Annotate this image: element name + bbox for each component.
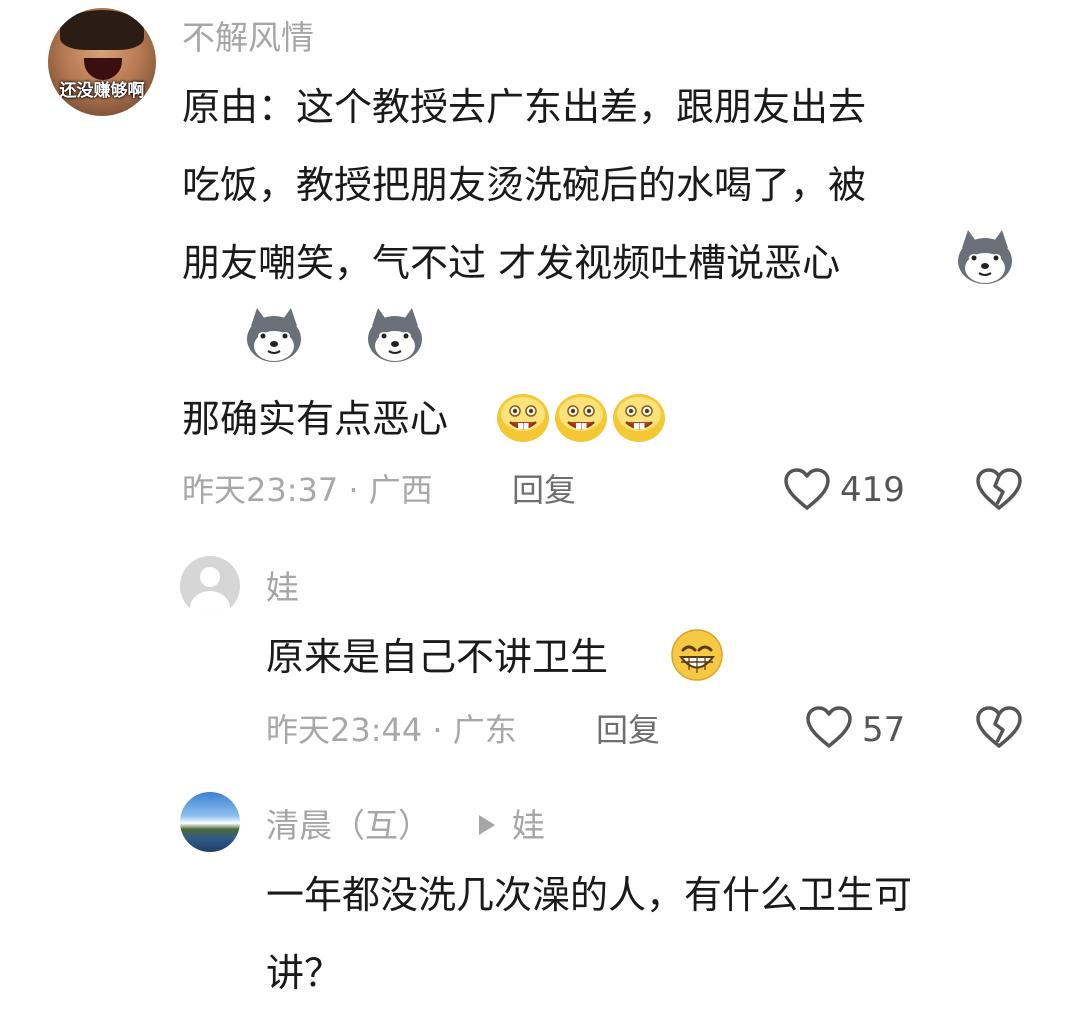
like-button[interactable] (782, 466, 832, 512)
comment-author[interactable]: 清晨（互） (266, 806, 431, 846)
avatar[interactable] (180, 556, 240, 616)
comment-text-line: 原由：这个教授去广东出差，跟朋友出去 (182, 85, 867, 129)
husky-emoji (956, 230, 1014, 286)
play-triangle-icon (476, 812, 498, 838)
comment-text-line: 吃饭，教授把朋友烫洗碗后的水喝了，被 (182, 163, 867, 207)
reply-to-author[interactable]: 娃 (512, 806, 545, 846)
comment-text-line: 朋友嘲笑，气不过 才发视频吐槽说恶心 (182, 241, 841, 285)
broken-heart-icon (974, 466, 1024, 512)
husky-emoji (366, 308, 424, 364)
husky-emoji (245, 308, 303, 364)
dislike-button[interactable] (974, 466, 1024, 512)
grin-emoji (554, 390, 608, 444)
broken-heart-icon (974, 704, 1024, 750)
comment-text-line: 那确实有点恶心 (182, 397, 449, 441)
avatar[interactable]: 还没赚够啊 (48, 8, 156, 116)
like-button[interactable] (804, 704, 854, 750)
comment-text-line: 讲？ (266, 951, 343, 995)
grin-emoji (670, 628, 724, 682)
comment-author[interactable]: 不解风情 (182, 18, 314, 58)
grin-emoji (496, 390, 550, 444)
comment-author[interactable]: 娃 (266, 568, 299, 608)
comment-text-line: 一年都没洗几次澡的人，有什么卫生可 (266, 873, 913, 917)
like-count: 419 (840, 470, 905, 510)
dislike-button[interactable] (974, 704, 1024, 750)
avatar-caption: 还没赚够啊 (59, 81, 145, 101)
grin-emoji (612, 390, 666, 444)
comment-text-line: 原来是自己不讲卫生 (266, 635, 609, 679)
like-count: 57 (862, 710, 906, 750)
comment-time-location: 昨天23:44 · 广东 (266, 711, 517, 749)
heart-outline-icon (782, 466, 832, 512)
avatar-hair (60, 10, 144, 50)
avatar-placeholder-head (200, 567, 220, 587)
comment-time-location: 昨天23:37 · 广西 (182, 471, 433, 509)
heart-outline-icon (804, 704, 854, 750)
avatar-placeholder-body (190, 591, 230, 616)
reply-button[interactable]: 回复 (512, 470, 576, 510)
reply-button[interactable]: 回复 (596, 710, 660, 750)
avatar[interactable] (180, 792, 240, 852)
